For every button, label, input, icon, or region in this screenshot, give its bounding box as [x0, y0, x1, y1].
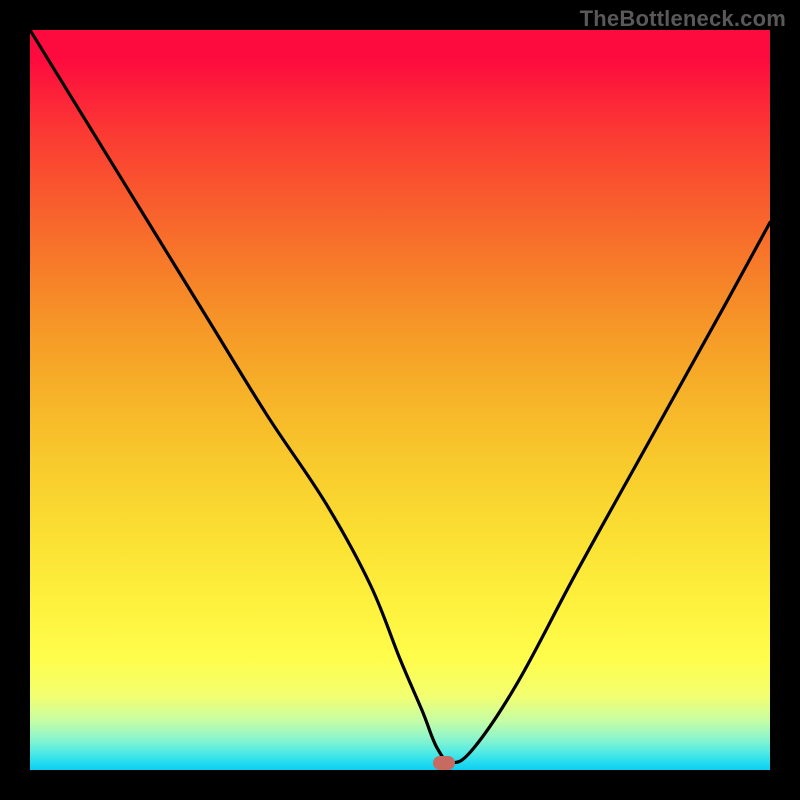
watermark-text: TheBottleneck.com: [580, 6, 786, 32]
optimum-marker: [433, 756, 455, 770]
curve-svg: [30, 30, 770, 770]
chart-frame: TheBottleneck.com: [0, 0, 800, 800]
bottleneck-curve: [30, 30, 770, 763]
plot-area: [30, 30, 770, 770]
